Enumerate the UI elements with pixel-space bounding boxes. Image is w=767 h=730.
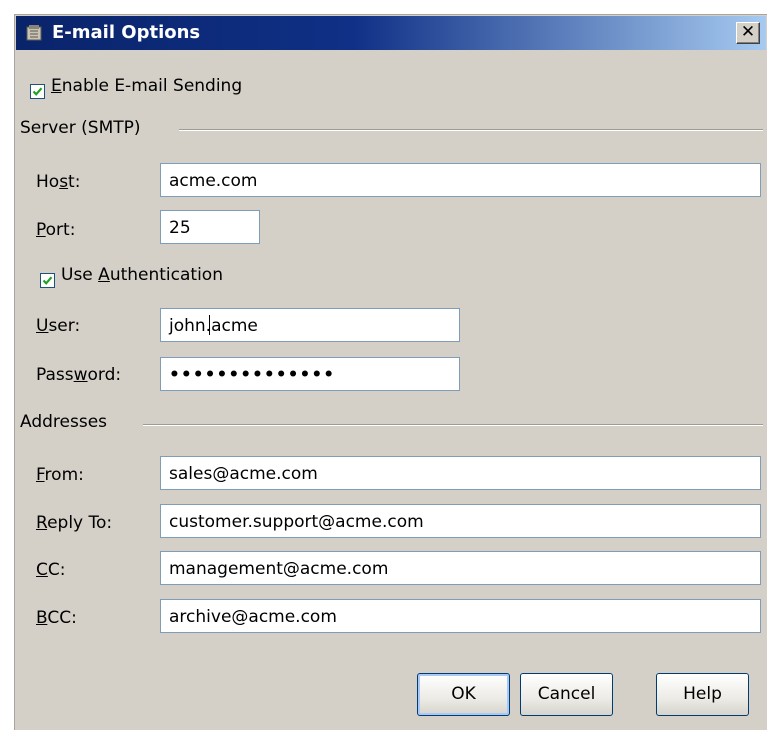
cc-input[interactable]: management@acme.com [160,551,761,585]
host-input[interactable]: acme.com [160,163,761,197]
use-authentication-checkbox[interactable] [40,273,55,288]
server-section-divider [179,129,763,131]
ok-button[interactable]: OK [417,673,510,716]
from-input[interactable]: sales@acme.com [160,456,761,490]
password-label: Password: [36,365,122,385]
enable-email-sending-label[interactable]: Enable E-mail Sending [51,76,242,96]
text-caret [209,315,210,335]
bcc-input[interactable]: archive@acme.com [160,599,761,633]
window-title: E-mail Options [52,22,201,43]
close-icon: ✕ [740,22,756,42]
use-authentication-label[interactable]: Use Authentication [61,265,223,285]
title-bar[interactable]: E-mail Options ✕ [16,16,766,50]
reply-to-label: Reply To: [36,513,113,533]
reply-to-input[interactable]: customer.support@acme.com [160,504,761,538]
close-button[interactable]: ✕ [736,22,760,44]
checkmark-icon [42,276,53,285]
port-label: Port: [36,220,76,240]
cc-label: CC: [36,560,66,580]
addresses-section-title: Addresses [20,412,108,432]
from-label: From: [36,465,84,485]
user-label: User: [36,316,81,336]
user-input[interactable]: john.acme [160,308,460,342]
port-input[interactable]: 25 [160,210,260,244]
server-section-title: Server (SMTP) [20,118,141,138]
help-button[interactable]: Help [656,673,749,716]
password-input[interactable]: •••••••••••••• [160,357,460,391]
app-icon [26,25,42,41]
bcc-label: BCC: [36,608,77,628]
email-options-dialog: E-mail Options ✕ Enable E-mail Sending S… [14,14,767,730]
enable-email-sending-checkbox[interactable] [30,84,45,99]
addresses-section-divider [143,424,763,426]
checkmark-icon [32,87,43,96]
cancel-button[interactable]: Cancel [520,673,613,716]
host-label: Host: [36,172,81,192]
